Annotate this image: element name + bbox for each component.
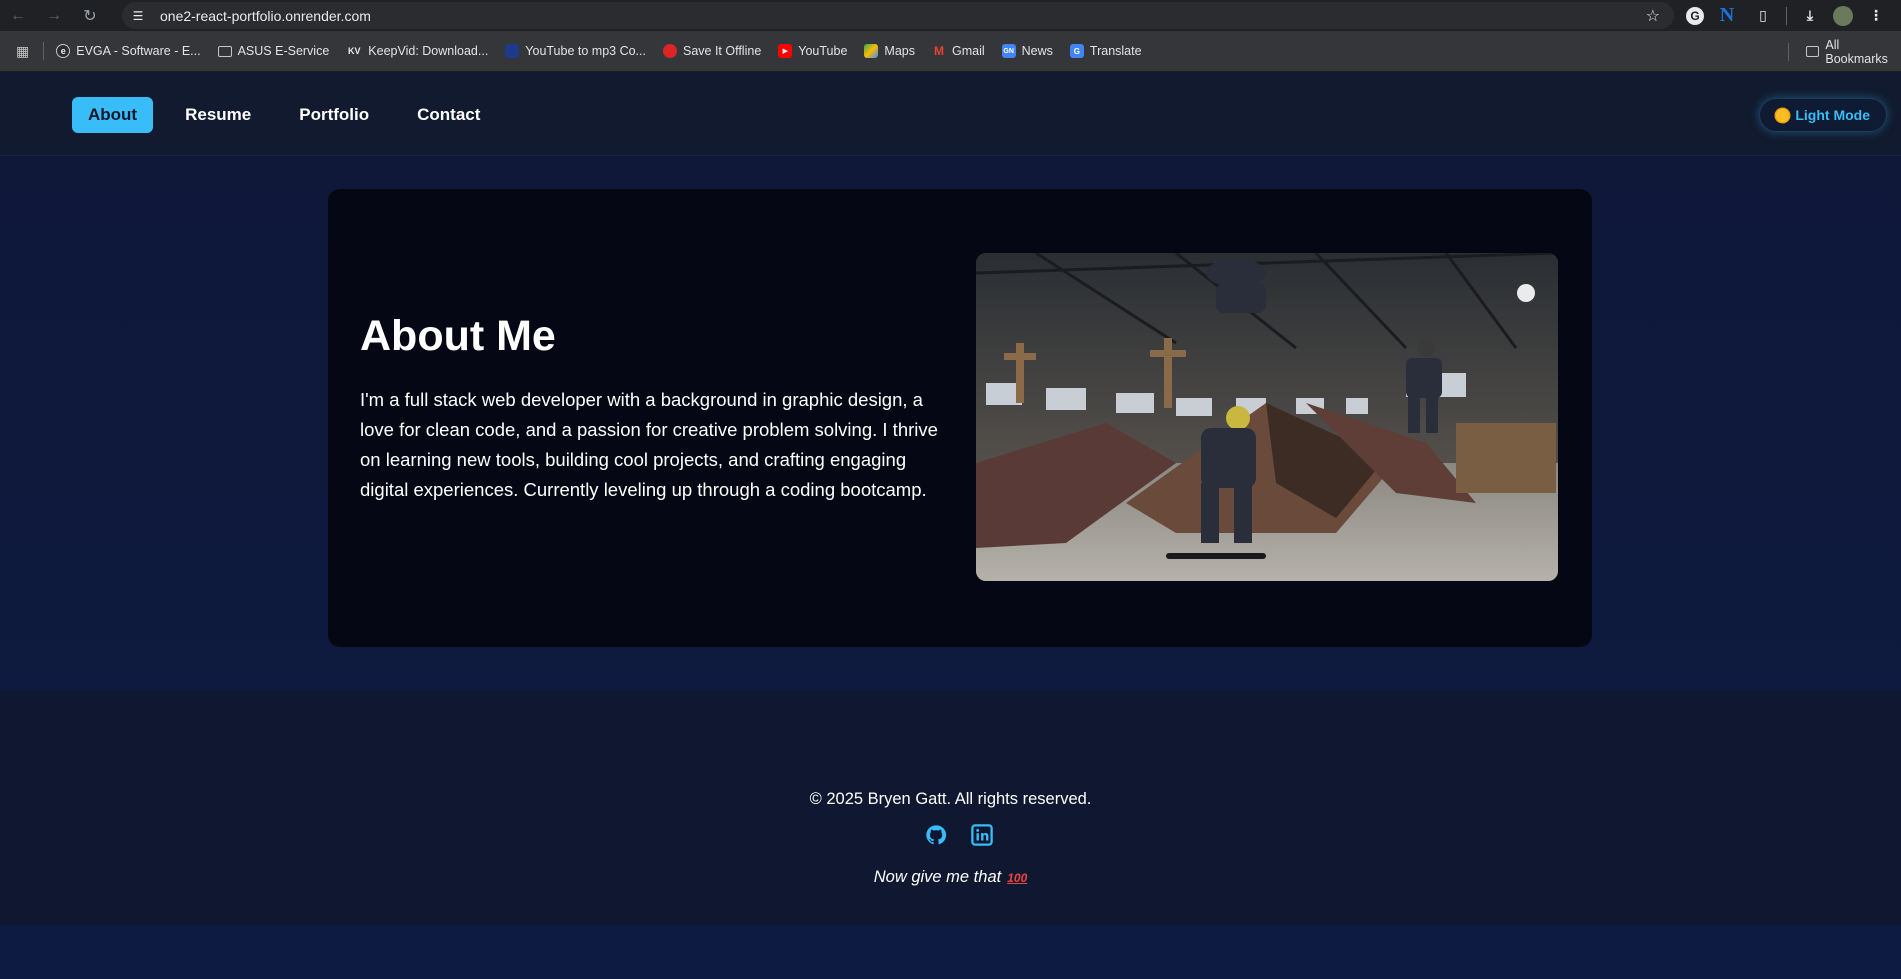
bookmark-label: Gmail: [951, 44, 985, 58]
profile-avatar[interactable]: [1833, 5, 1853, 26]
nav-about[interactable]: About: [72, 97, 154, 133]
maps-icon: [864, 44, 879, 58]
folder-icon: [217, 45, 232, 57]
puzzle-extensions-icon[interactable]: ▯: [1750, 3, 1776, 29]
nav-resume[interactable]: Resume: [169, 97, 267, 133]
browser-toolbar: ← → ↻ ☰ one2-react-portfolio.onrender.co…: [0, 0, 1901, 31]
n-extension-icon[interactable]: N: [1714, 3, 1740, 29]
bookmarks-divider: [1788, 43, 1789, 61]
portfolio-page: About Resume Portfolio Contact Light Mod…: [0, 72, 1901, 979]
youtube-icon: ▶: [778, 44, 793, 58]
bookmark-gmail[interactable]: M Gmail: [931, 44, 985, 58]
grammarly-extension-icon[interactable]: G: [1686, 6, 1704, 25]
bookmark-evga[interactable]: e EVGA - Software - E...: [56, 44, 201, 58]
social-links: [925, 824, 993, 846]
hundred-points-icon: 100: [1007, 871, 1028, 885]
tagline-text: Now give me that: [873, 868, 1002, 886]
bookmark-keepvid[interactable]: KV KeepVid: Download...: [346, 44, 488, 58]
linkedin-icon[interactable]: [971, 824, 993, 846]
skatepark-photo: [976, 253, 1558, 581]
nav-contact[interactable]: Contact: [401, 97, 496, 133]
bookmarks-divider: [43, 42, 45, 60]
bookmark-save-it-offline[interactable]: Save It Offline: [662, 44, 762, 58]
main-nav: About Resume Portfolio Contact: [72, 97, 496, 133]
bookmark-youtube-mp3[interactable]: YouTube to mp3 Co...: [505, 44, 646, 58]
bookmark-label: EVGA - Software - E...: [76, 44, 201, 58]
copyright-text: © 2025 Bryen Gatt. All rights reserved.: [809, 790, 1092, 808]
site-header: About Resume Portfolio Contact Light Mod…: [0, 72, 1901, 156]
bookmark-label: KeepVid: Download...: [368, 44, 489, 58]
back-arrow-icon[interactable]: ←: [0, 0, 36, 31]
forward-arrow-icon[interactable]: →: [36, 0, 72, 31]
bookmarks-bar: ▦ e EVGA - Software - E... ASUS E-Servic…: [0, 31, 1901, 72]
site-info-icon[interactable]: ☰: [126, 4, 150, 28]
bookmark-asus[interactable]: ASUS E-Service: [217, 44, 330, 58]
url-text[interactable]: one2-react-portfolio.onrender.com: [160, 8, 371, 24]
apps-grid-icon[interactable]: ▦: [16, 43, 29, 60]
footer-tagline: Now give me that 100: [0, 868, 1901, 887]
bookmark-label: YouTube to mp3 Co...: [525, 44, 646, 58]
gmail-icon: M: [931, 44, 946, 58]
bookmark-youtube[interactable]: ▶ YouTube: [778, 44, 847, 58]
keepvid-icon: KV: [346, 44, 363, 58]
extensions-area: G N ▯ ⤓ ⋮: [1686, 0, 1889, 31]
translate-icon: G: [1069, 44, 1084, 58]
about-title: About Me: [360, 312, 556, 360]
evga-icon: e: [56, 44, 71, 58]
all-bookmarks[interactable]: All Bookmarks: [1806, 31, 1901, 72]
bookmark-translate[interactable]: G Translate: [1069, 44, 1142, 58]
converter-icon: [505, 44, 520, 58]
menu-kebab-icon[interactable]: ⋮: [1863, 3, 1889, 29]
github-icon[interactable]: [925, 824, 947, 846]
news-icon: GN: [1001, 44, 1016, 58]
light-mode-label: Light Mode: [1795, 107, 1870, 123]
sun-icon: [1776, 108, 1790, 122]
toolbar-divider: [1786, 6, 1787, 25]
save-it-offline-icon: [662, 44, 677, 58]
address-bar[interactable]: ☰ one2-react-portfolio.onrender.com ☆: [122, 2, 1674, 29]
light-mode-toggle[interactable]: Light Mode: [1759, 98, 1887, 132]
bookmark-label: Save It Offline: [682, 44, 762, 58]
bookmark-star-icon[interactable]: ☆: [1646, 6, 1660, 26]
bookmark-news[interactable]: GN News: [1001, 44, 1053, 58]
bookmark-maps[interactable]: Maps: [864, 44, 915, 58]
about-card: About Me I'm a full stack web developer …: [328, 189, 1592, 647]
about-description: I'm a full stack web developer with a ba…: [360, 389, 938, 500]
bookmark-label: Maps: [884, 44, 915, 58]
nav-portfolio[interactable]: Portfolio: [283, 97, 385, 133]
bookmark-label: YouTube: [798, 44, 848, 58]
bookmark-label: News: [1021, 44, 1053, 58]
download-icon[interactable]: ⤓: [1797, 3, 1823, 29]
skatepark-illustration: [976, 253, 1558, 581]
reload-icon[interactable]: ↻: [72, 0, 108, 31]
bookmark-label: ASUS E-Service: [237, 44, 330, 58]
folder-icon: [1806, 46, 1820, 57]
site-footer: © 2025 Bryen Gatt. All rights reserved. …: [0, 690, 1901, 925]
all-bookmarks-label: All Bookmarks: [1825, 37, 1888, 66]
bookmark-label: Translate: [1089, 44, 1142, 58]
